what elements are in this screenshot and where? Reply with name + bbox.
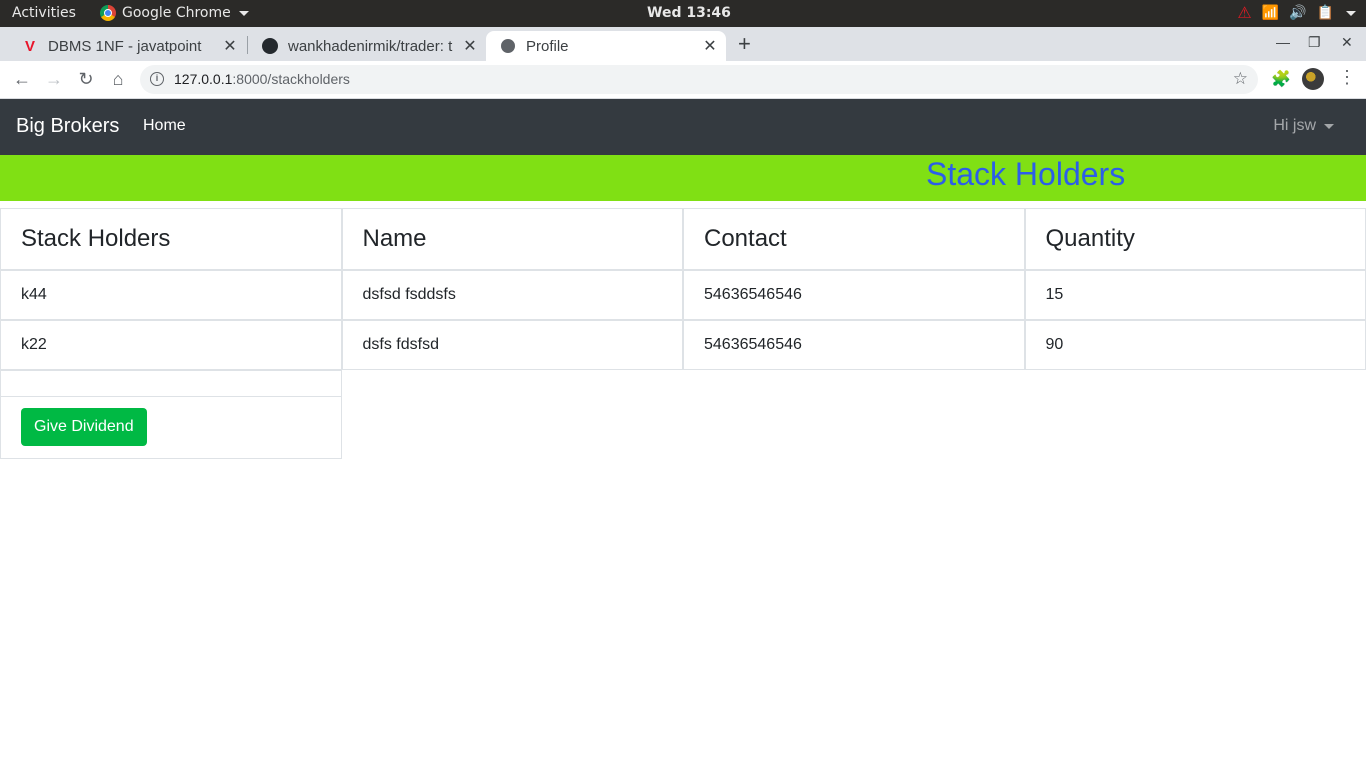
wifi-icon: 📶: [1261, 5, 1280, 21]
table-row: k44 dsfsd fsddsfs 54636546546 15: [0, 270, 1366, 320]
table-cell: 15: [1024, 270, 1366, 320]
restore-button[interactable]: ❐: [1308, 34, 1321, 51]
profile-avatar[interactable]: [1302, 68, 1324, 90]
column-header: Quantity: [1024, 208, 1366, 270]
menu-dots-icon[interactable]: ⋮: [1338, 67, 1356, 88]
chevron-down-icon: [1346, 10, 1356, 16]
close-icon[interactable]: ✕: [700, 36, 720, 56]
chrome-icon: [100, 5, 116, 21]
page-content: Big Brokers Home Hi jsw Stack Holders St…: [0, 99, 1366, 768]
url-host: 127.0.0.1: [174, 71, 233, 87]
clipboard-icon: 📋: [1316, 5, 1334, 21]
dividend-action-panel: Give Dividend: [0, 370, 342, 459]
brand-link[interactable]: Big Brokers: [16, 115, 119, 138]
chevron-down-icon: [238, 10, 249, 16]
javatpoint-icon: V: [24, 37, 35, 55]
tab-title: DBMS 1NF - javatpoint: [48, 37, 202, 55]
globe-icon: [500, 38, 516, 54]
warning-icon[interactable]: ⚠: [1237, 4, 1251, 22]
tab-github[interactable]: wankhadenirmik/trader: t ✕: [248, 31, 486, 61]
give-dividend-button[interactable]: Give Dividend: [21, 408, 147, 446]
url-text[interactable]: 127.0.0.1:8000/stackholders: [174, 71, 350, 87]
activities-button[interactable]: Activities: [12, 5, 76, 21]
column-header: Name: [341, 208, 683, 270]
address-bar[interactable]: i 127.0.0.1:8000/stackholders ☆: [140, 65, 1258, 94]
table-cell: 90: [1024, 320, 1366, 370]
table-cell: 54636546546: [683, 270, 1025, 320]
minimize-button[interactable]: —: [1276, 34, 1290, 50]
chevron-down-icon: [1324, 123, 1334, 129]
column-header: Stack Holders: [0, 208, 342, 270]
table-cell: k44: [0, 270, 342, 320]
reload-button[interactable]: ↻: [74, 67, 98, 91]
bookmark-star-icon[interactable]: ☆: [1233, 69, 1248, 89]
browser-toolbar: ← → ↻ ⌂ i 127.0.0.1:8000/stackholders ☆ …: [0, 61, 1366, 99]
extensions-icon[interactable]: 🧩: [1271, 69, 1291, 89]
close-window-button[interactable]: ✕: [1341, 34, 1353, 51]
info-icon[interactable]: i: [150, 72, 164, 86]
table-cell: k22: [0, 320, 342, 370]
tab-profile[interactable]: Profile ✕: [486, 31, 726, 61]
table-row: k22 dsfs fdsfsd 54636546546 90: [0, 320, 1366, 370]
app-menu-label: Google Chrome: [122, 5, 231, 21]
close-icon[interactable]: ✕: [460, 36, 480, 56]
tab-title: Profile: [526, 37, 569, 55]
new-tab-button[interactable]: +: [738, 31, 751, 57]
panel-divider: [1, 396, 341, 397]
page-banner: Stack Holders: [0, 155, 1366, 201]
forward-button[interactable]: →: [42, 67, 66, 91]
user-greeting: Hi jsw: [1273, 117, 1316, 134]
tab-title: wankhadenirmik/trader: t: [288, 37, 453, 55]
url-path: :8000/stackholders: [232, 71, 350, 87]
table-cell: dsfs fdsfsd: [341, 320, 683, 370]
column-header: Contact: [683, 208, 1025, 270]
volume-icon: 🔊: [1289, 5, 1307, 21]
system-top-bar: Activities Google Chrome Wed 13:46 ⚠ 📶 🔊…: [0, 0, 1366, 27]
table-header-row: Stack Holders Name Contact Quantity: [0, 208, 1366, 270]
close-icon[interactable]: ✕: [220, 36, 240, 56]
tab-javatpoint[interactable]: V DBMS 1NF - javatpoint ✕: [8, 31, 246, 61]
page-title: Stack Holders: [926, 156, 1126, 192]
app-menu[interactable]: Google Chrome: [100, 5, 249, 21]
github-icon: [262, 38, 278, 54]
tab-divider: [247, 36, 248, 54]
home-button[interactable]: ⌂: [106, 67, 130, 91]
user-dropdown[interactable]: Hi jsw: [1273, 117, 1334, 135]
table-cell: dsfsd fsddsfs: [341, 270, 683, 320]
back-button[interactable]: ←: [10, 67, 34, 91]
nav-home-link[interactable]: Home: [143, 117, 186, 135]
system-clock[interactable]: Wed 13:46: [647, 5, 731, 21]
table-cell: 54636546546: [683, 320, 1025, 370]
site-navbar: Big Brokers Home Hi jsw: [0, 99, 1366, 155]
tab-strip: V DBMS 1NF - javatpoint ✕ wankhadenirmik…: [0, 27, 1366, 61]
system-tray[interactable]: ⚠ 📶 🔊 📋: [1237, 4, 1356, 22]
